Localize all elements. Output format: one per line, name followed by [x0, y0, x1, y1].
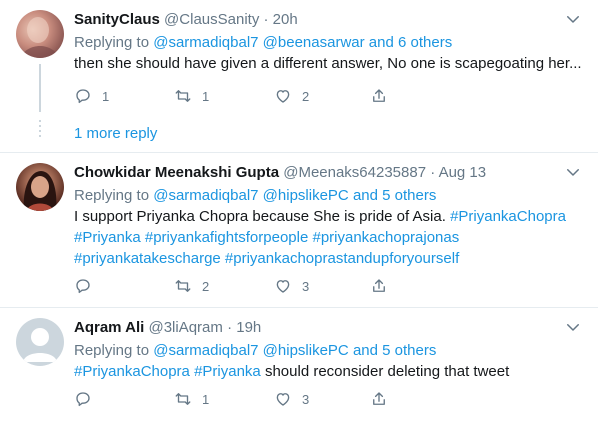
chevron-down-icon[interactable] — [564, 318, 582, 336]
replying-to: Replying to @sarmadiqbal7 @beenasarwar a… — [74, 32, 582, 53]
user-name[interactable]: SanityClaus — [74, 11, 160, 28]
hashtag-links[interactable]: #Priyanka #priyankafightsforpeople #priy… — [74, 227, 582, 248]
user-name[interactable]: Chowkidar Meenakshi Gupta — [74, 164, 279, 181]
retweet-count: 1 — [202, 88, 210, 104]
replying-others[interactable]: and 6 others — [369, 34, 452, 51]
reply-icon — [76, 392, 90, 407]
avatar[interactable] — [16, 10, 64, 58]
replying-label: Replying to — [74, 342, 150, 359]
tweet-actions: 2 3 — [74, 275, 474, 297]
separator: · — [263, 11, 269, 28]
user-handle[interactable]: @ClausSanity — [164, 11, 259, 28]
chevron-down-icon[interactable] — [564, 163, 582, 181]
separator: · — [430, 164, 436, 181]
like-count: 3 — [302, 278, 310, 294]
like-icon — [276, 90, 290, 103]
reply-button[interactable] — [74, 388, 92, 410]
replying-others[interactable]: and 5 others — [353, 342, 436, 359]
share-icon — [373, 89, 385, 102]
hashtag-link[interactable]: #PriyankaChopra — [450, 208, 566, 225]
reply-button[interactable] — [74, 275, 92, 297]
like-button[interactable]: 3 — [274, 275, 309, 297]
like-button[interactable]: 2 — [274, 85, 309, 107]
reply-icon — [76, 89, 90, 104]
tweet-text: then she should have given a different a… — [74, 55, 582, 72]
avatar-photo — [20, 17, 60, 58]
avatar[interactable] — [16, 163, 64, 211]
like-icon — [276, 393, 290, 406]
timestamp[interactable]: 19h — [236, 319, 261, 336]
user-name[interactable]: Aqram Ali — [74, 319, 144, 336]
like-count: 3 — [302, 391, 310, 407]
like-count: 2 — [302, 88, 310, 104]
share-icon — [373, 392, 385, 405]
tweet-text: should reconsider deleting that tweet — [264, 363, 510, 380]
share-icon — [373, 279, 385, 292]
tweet-actions: 1 1 2 — [74, 85, 474, 107]
replying-users[interactable]: @sarmadiqbal7 @beenasarwar — [153, 34, 364, 51]
like-button[interactable]: 3 — [274, 388, 309, 410]
tweet-text-line: I support Priyanka Chopra because She is… — [74, 206, 582, 227]
tweet-actions: 1 3 — [74, 388, 474, 410]
tweet[interactable]: Chowkidar Meenakshi Gupta @Meenaks642358… — [74, 163, 582, 269]
replying-users[interactable]: @sarmadiqbal7 @hipslikePC — [153, 187, 349, 204]
avatar[interactable] — [16, 318, 64, 366]
retweet-count: 2 — [202, 278, 210, 294]
retweet-icon — [175, 393, 191, 405]
avatar-photo — [23, 171, 57, 211]
share-button[interactable] — [370, 275, 388, 297]
tweet[interactable]: Aqram Ali @3liAqram · 19h Replying to @s… — [74, 318, 582, 382]
share-button[interactable] — [370, 85, 388, 107]
tweet[interactable]: SanityClaus @ClausSanity · 20h Replying … — [74, 10, 582, 74]
timestamp[interactable]: 20h — [273, 11, 298, 28]
retweet-button[interactable]: 1 — [174, 85, 209, 107]
hashtag-links[interactable]: #priyankatakescharge #priyankachoprastan… — [74, 248, 582, 269]
timestamp[interactable]: Aug 13 — [439, 164, 487, 181]
default-avatar-icon — [23, 328, 57, 362]
retweet-icon — [175, 90, 191, 102]
reply-icon — [76, 279, 90, 294]
chevron-down-icon[interactable] — [564, 10, 582, 28]
hashtag-links[interactable]: #PriyankaChopra #Priyanka — [74, 363, 261, 380]
replying-label: Replying to — [74, 187, 150, 204]
divider — [0, 307, 598, 308]
replying-users[interactable]: @sarmadiqbal7 @hipslikePC — [153, 342, 349, 359]
like-icon — [276, 280, 290, 293]
divider — [0, 152, 598, 153]
retweet-count: 1 — [202, 391, 210, 407]
thread-dots — [39, 120, 41, 140]
thread-line — [39, 64, 41, 112]
replying-others[interactable]: and 5 others — [353, 187, 436, 204]
separator: · — [227, 319, 233, 336]
replying-label: Replying to — [74, 34, 150, 51]
user-handle[interactable]: @3liAqram — [148, 319, 222, 336]
retweet-button[interactable]: 1 — [174, 388, 209, 410]
show-more-replies-link[interactable]: 1 more reply — [74, 125, 157, 142]
tweet-text-line: #PriyankaChopra #Priyanka should reconsi… — [74, 361, 582, 382]
share-button[interactable] — [370, 388, 388, 410]
retweet-icon — [175, 280, 191, 292]
retweet-button[interactable]: 2 — [174, 275, 209, 297]
replying-to: Replying to @sarmadiqbal7 @hipslikePC an… — [74, 340, 582, 361]
tweet-text: I support Priyanka Chopra because She is… — [74, 208, 446, 225]
replying-to: Replying to @sarmadiqbal7 @hipslikePC an… — [74, 185, 582, 206]
reply-count: 1 — [102, 88, 110, 104]
user-handle[interactable]: @Meenaks64235887 — [283, 164, 426, 181]
reply-button[interactable]: 1 — [74, 85, 109, 107]
